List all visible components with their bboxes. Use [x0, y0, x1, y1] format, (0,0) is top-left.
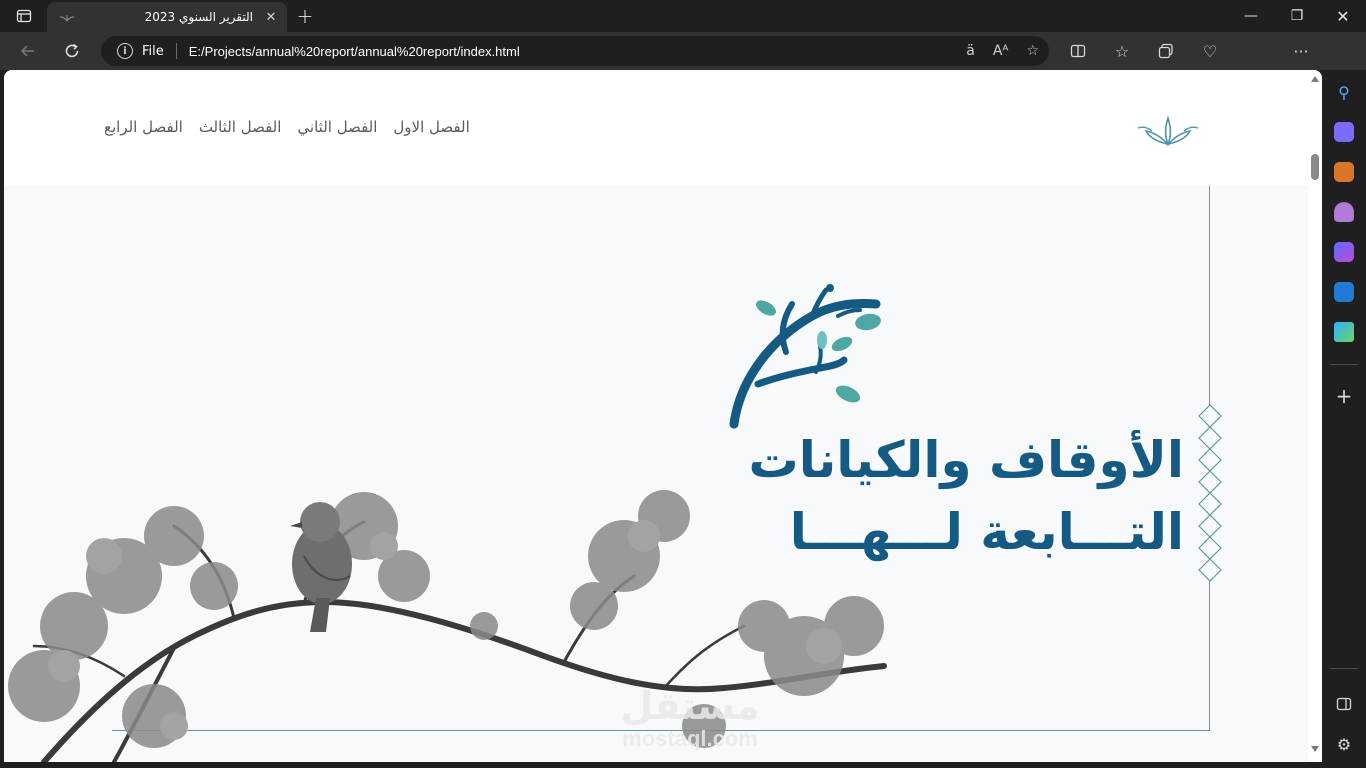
- tools-briefcase-icon[interactable]: [1334, 162, 1354, 182]
- url-text[interactable]: E:/Projects/annual%20report/annual%20rep…: [189, 44, 520, 59]
- window-bottom-edge: [0, 762, 1322, 768]
- edge-sidebar: ⚲ + ⚙: [1322, 70, 1366, 768]
- sidebar-divider-bottom: [1330, 668, 1358, 669]
- new-tab-button[interactable]: +: [290, 0, 320, 32]
- tree-branch-emblem-icon: [729, 284, 881, 429]
- page-viewport: الفصل الاول الفصل الثاني الفصل الثالث ال…: [4, 70, 1322, 762]
- scheme-label: File: [142, 43, 164, 59]
- add-sidebar-app-icon[interactable]: +: [1334, 384, 1354, 408]
- favorite-star-icon[interactable]: ☆: [1026, 43, 1039, 59]
- site-logo-leaves-icon[interactable]: [1136, 114, 1200, 146]
- outlook-icon[interactable]: [1334, 282, 1354, 302]
- more-options-icon[interactable]: ···: [1286, 36, 1316, 66]
- back-arrow-icon: [20, 45, 34, 57]
- games-icon[interactable]: [1334, 202, 1354, 222]
- address-bar-actions: ä Aᴬ ☆: [966, 36, 1039, 66]
- tab-title: التقرير السنوي 2023: [144, 10, 253, 24]
- drop-icon[interactable]: [1334, 322, 1354, 342]
- tab-close-icon[interactable]: ✕: [263, 9, 279, 25]
- address-bar[interactable]: i File E:/Projects/annual%20report/annua…: [101, 36, 1049, 66]
- page-scrollbar[interactable]: [1308, 70, 1322, 762]
- collections-icon-svg: [1158, 43, 1173, 59]
- maximize-button[interactable]: ❐: [1282, 0, 1312, 32]
- reload-button[interactable]: [57, 36, 87, 66]
- site-info-icon[interactable]: i: [117, 43, 133, 59]
- scroll-up-arrow-icon[interactable]: [1311, 76, 1319, 82]
- shopping-tag-icon[interactable]: [1334, 122, 1354, 142]
- translate-icon[interactable]: ä: [966, 43, 975, 59]
- microsoft365-icon[interactable]: [1334, 242, 1354, 262]
- hero-section: الأوقاف والكيانات التـــابعة لـــهـــا م…: [4, 186, 1308, 762]
- nav-item-chapter-2[interactable]: الفصل الثاني: [297, 118, 377, 136]
- browser-titlebar: التقرير السنوي 2023 ✕ + — ❐ ✕: [0, 0, 1366, 32]
- nav-item-chapter-3[interactable]: الفصل الثالث: [199, 118, 282, 136]
- scrollbar-thumb[interactable]: [1311, 154, 1319, 180]
- nav-item-chapter-4[interactable]: الفصل الرابع: [104, 118, 183, 136]
- tab-actions-icon[interactable]: [10, 0, 38, 32]
- browser-toolbar: i File E:/Projects/annual%20report/annua…: [0, 32, 1366, 96]
- split-screen-icon[interactable]: [1063, 36, 1093, 66]
- read-aloud-icon[interactable]: Aᴬ: [993, 43, 1009, 59]
- close-window-button[interactable]: ✕: [1328, 0, 1358, 32]
- favorites-icon[interactable]: ☆: [1107, 36, 1137, 66]
- collections-icon[interactable]: [1151, 36, 1181, 66]
- chapter-nav: الفصل الاول الفصل الثاني الفصل الثالث ال…: [104, 118, 470, 136]
- split-screen-icon-svg: [1070, 44, 1086, 58]
- address-separator: [175, 43, 177, 59]
- scroll-down-arrow-icon[interactable]: [1311, 746, 1319, 752]
- tab-actions-icon-svg: [16, 9, 32, 23]
- minimize-button[interactable]: —: [1236, 0, 1266, 32]
- search-icon[interactable]: ⚲: [1334, 82, 1354, 102]
- hide-sidebar-icon[interactable]: [1334, 694, 1354, 714]
- sidebar-divider: [1330, 364, 1358, 365]
- leaf-favicon-icon: [59, 15, 75, 22]
- nav-item-chapter-1[interactable]: الفصل الاول: [393, 118, 469, 136]
- bird-on-branch-illustration: [8, 490, 887, 762]
- watermark-arabic: مستقل: [620, 684, 760, 728]
- back-button[interactable]: [13, 36, 43, 66]
- hide-sidebar-icon-svg: [1336, 697, 1352, 711]
- reload-icon: [65, 43, 79, 58]
- active-tab[interactable]: التقرير السنوي 2023 ✕: [47, 2, 287, 32]
- mostaql-watermark: مستقل mostaql.com: [600, 686, 780, 752]
- site-header: الفصل الاول الفصل الثاني الفصل الثالث ال…: [4, 70, 1308, 186]
- browser-essentials-icon[interactable]: ♡: [1195, 36, 1225, 66]
- sidebar-settings-gear-icon[interactable]: ⚙: [1334, 734, 1354, 754]
- watermark-latin: mostaql.com: [622, 726, 758, 751]
- diamond-chain-ornament: [1198, 404, 1222, 582]
